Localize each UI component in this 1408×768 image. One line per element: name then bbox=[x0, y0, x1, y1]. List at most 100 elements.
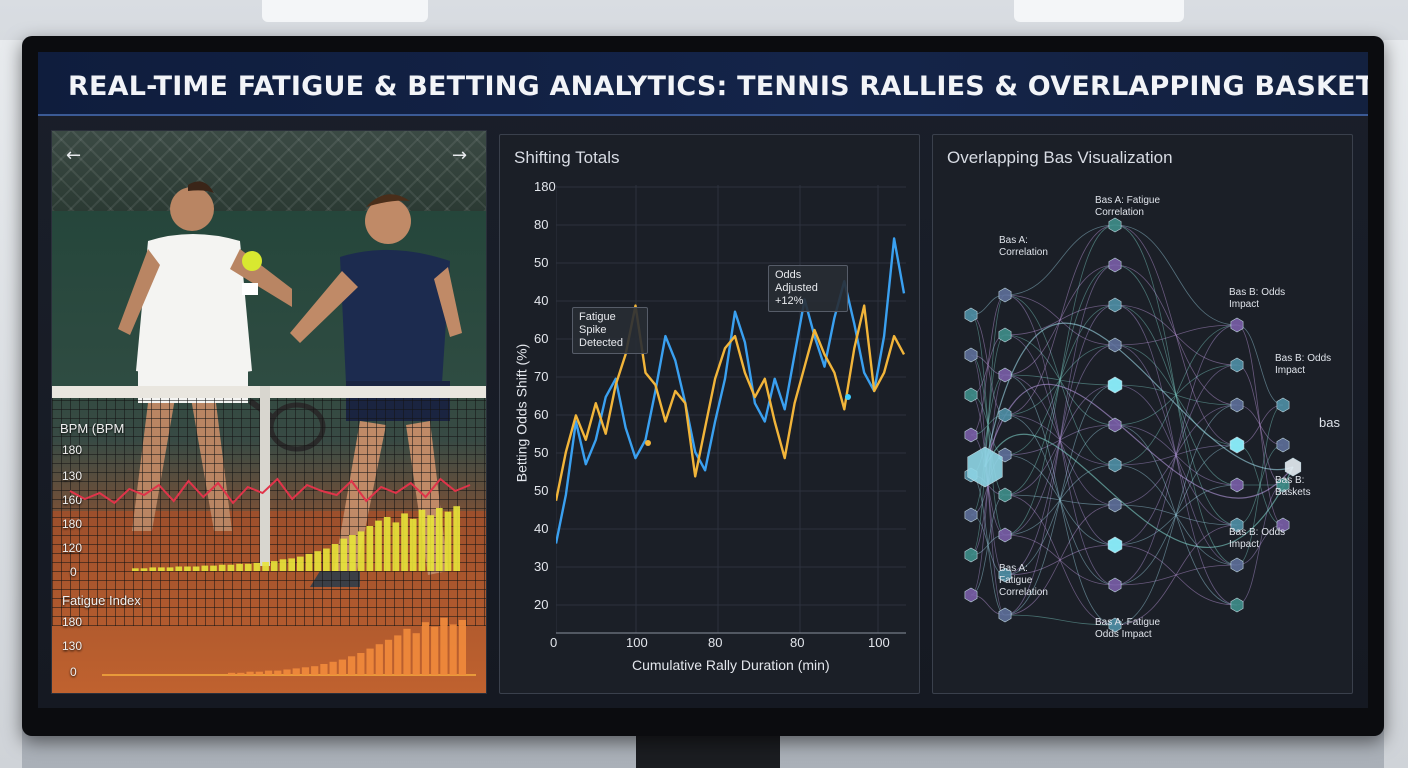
fatigue-bar bbox=[431, 626, 439, 675]
fatigue-bar bbox=[348, 656, 356, 675]
network-node bbox=[1108, 577, 1122, 593]
y-tick-label: 40 bbox=[534, 521, 549, 536]
bpm-bar bbox=[340, 538, 348, 571]
network-label: Bas B: Odds Impact bbox=[1229, 287, 1286, 310]
spike-marker bbox=[645, 440, 651, 446]
fatigue-chart bbox=[102, 617, 476, 676]
network-node bbox=[1230, 477, 1244, 493]
network-node bbox=[964, 547, 978, 563]
bpm-bar bbox=[253, 562, 261, 571]
bpm-line bbox=[69, 477, 471, 505]
fatigue-bar bbox=[384, 639, 393, 675]
wall-right bbox=[1384, 40, 1408, 768]
panel-title: Overlapping Bas Visualization bbox=[947, 148, 1173, 167]
x-tick-label: 0 bbox=[550, 635, 558, 650]
fatigue-bar bbox=[338, 659, 346, 675]
network-node bbox=[1108, 257, 1122, 273]
fatigue-bar bbox=[255, 671, 263, 675]
y-tick-label: 180 bbox=[534, 179, 556, 194]
bpm-bar bbox=[227, 564, 235, 571]
line-chart bbox=[556, 185, 906, 634]
ceiling-light bbox=[1014, 0, 1184, 22]
fatigue-bar bbox=[311, 666, 319, 675]
odds-adjusted-text: Odds Adjusted +12% bbox=[775, 269, 818, 307]
network-node bbox=[1107, 376, 1123, 394]
bpm-bar bbox=[218, 564, 226, 571]
monitor-stand bbox=[636, 735, 780, 768]
x-tick-label: 100 bbox=[626, 635, 648, 650]
bpm-bar bbox=[392, 522, 400, 571]
bpm-bar bbox=[158, 567, 165, 571]
x-tick-label: 80 bbox=[790, 635, 805, 650]
bpm-bar bbox=[149, 567, 157, 571]
y-tick-label: 70 bbox=[534, 369, 549, 384]
bpm-bar bbox=[366, 526, 374, 571]
arrow-left-icon[interactable]: ← bbox=[66, 145, 81, 166]
bpm-bar bbox=[279, 559, 287, 571]
bpm-bar bbox=[444, 511, 452, 571]
x-tick-label: 100 bbox=[868, 635, 890, 650]
fatigue-index-label: Fatigue Index bbox=[62, 593, 141, 608]
network-node bbox=[998, 607, 1012, 623]
match-video-panel[interactable]: ← → BPM (BPM 180 130 160 180 120 0 Fatig… bbox=[51, 130, 487, 694]
fatigue-bar bbox=[228, 672, 236, 675]
odds-adjusted-callout: Odds Adjusted +12% bbox=[768, 265, 848, 312]
bpm-chart bbox=[69, 477, 471, 571]
fatigue-bar bbox=[320, 664, 328, 675]
fatigue-bar bbox=[403, 628, 411, 675]
network-node bbox=[1230, 317, 1244, 333]
fatigue-bar bbox=[357, 653, 365, 675]
ceiling-light bbox=[262, 0, 428, 22]
fatigue-spike-callout: Fatigue Spike Detected bbox=[572, 307, 648, 354]
fatigue-bar bbox=[366, 648, 374, 675]
network-edge bbox=[1114, 224, 1238, 326]
bpm-bar bbox=[192, 566, 200, 571]
network-label: Bas A: Correlation bbox=[999, 235, 1048, 258]
fatigue-bar bbox=[458, 620, 466, 675]
bpm-bar bbox=[323, 548, 330, 571]
bpm-bar bbox=[262, 562, 269, 571]
y-tick-label: 50 bbox=[534, 255, 549, 270]
y-tick-label: 80 bbox=[534, 217, 549, 232]
network-panel: Overlapping Bas Visualization Bas A: Fat… bbox=[932, 134, 1353, 694]
network-node bbox=[1230, 397, 1244, 413]
bpm-bar bbox=[401, 513, 408, 571]
y-tick-label: 20 bbox=[534, 597, 549, 612]
fatigue-bar bbox=[283, 669, 291, 675]
bpm-bar bbox=[244, 563, 252, 571]
arrow-right-icon[interactable]: → bbox=[452, 145, 467, 166]
fatigue-bar bbox=[421, 622, 430, 675]
network-node bbox=[1276, 397, 1290, 413]
y-tick-label: 50 bbox=[534, 483, 549, 498]
bpm-bar bbox=[166, 567, 174, 571]
bpm-bar bbox=[331, 544, 339, 571]
bpm-bar bbox=[375, 520, 382, 571]
x-tick-label: 80 bbox=[708, 635, 723, 650]
bpm-bar bbox=[409, 518, 417, 571]
bpm-bar bbox=[201, 565, 209, 571]
fatigue-bar bbox=[246, 671, 254, 675]
network-node bbox=[1230, 357, 1244, 373]
shifting-totals-panel: Shifting Totals Betting Odds Shift (%) C… bbox=[499, 134, 920, 694]
fatigue-spike-text: Fatigue Spike Detected bbox=[579, 311, 624, 349]
network-edge bbox=[1114, 404, 1238, 626]
network-node bbox=[1276, 437, 1290, 453]
network-node bbox=[1230, 557, 1244, 573]
fatigue-bar bbox=[264, 670, 273, 675]
bpm-bar bbox=[305, 553, 313, 571]
panel-title: Shifting Totals bbox=[514, 148, 620, 167]
bpm-bar bbox=[132, 568, 139, 571]
y-tick-label: 30 bbox=[534, 559, 549, 574]
network-node bbox=[1230, 597, 1244, 613]
fatigue-bar bbox=[237, 672, 245, 675]
network-label: Bas A: Fatigue Odds Impact bbox=[1095, 617, 1161, 640]
y-tick-label: 50 bbox=[534, 445, 549, 460]
bpm-bar bbox=[297, 556, 304, 571]
bpm-bar bbox=[435, 508, 443, 571]
bpm-bar bbox=[175, 566, 183, 571]
y-axis-title: Betting Odds Shift (%) bbox=[513, 343, 530, 483]
bpm-bar bbox=[427, 515, 434, 571]
fatigue-bar bbox=[440, 617, 448, 675]
bpm-bar bbox=[383, 517, 391, 571]
network-node bbox=[964, 427, 978, 443]
